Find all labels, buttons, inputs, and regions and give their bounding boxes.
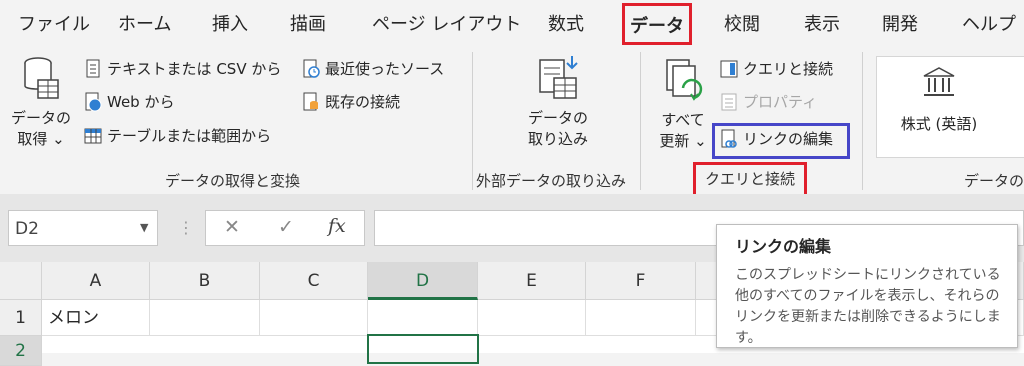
text-file-icon: [84, 59, 102, 79]
refresh-all-label-2: 更新 ⌄: [659, 132, 707, 150]
group-label-get-transform: データの取得と変換: [165, 172, 301, 190]
cell-c1[interactable]: [260, 300, 368, 336]
queries-connections-label: クエリと接続: [743, 60, 834, 78]
insert-function-icon[interactable]: fx: [328, 215, 346, 237]
recent-sources-button[interactable]: 最近使ったソース: [302, 58, 444, 79]
active-cell-d2[interactable]: [367, 334, 479, 364]
column-header-e[interactable]: E: [478, 262, 586, 300]
edit-links-label: リンクの編集: [743, 130, 834, 148]
web-globe-icon: [84, 92, 102, 112]
ribbon-tabs: ファイル ホーム 挿入 描画 ページ レイアウト 数式 データ 校閲 表示 開発…: [0, 0, 1024, 46]
table-icon: [84, 126, 102, 146]
tab-data[interactable]: データ: [622, 3, 692, 45]
properties-icon: [720, 92, 738, 112]
import-data-button[interactable]: データの 取り込み: [518, 54, 598, 150]
queries-pane-icon: [720, 59, 738, 79]
link-file-icon: [720, 129, 738, 149]
tab-help[interactable]: ヘルプ: [962, 10, 1016, 36]
cell-b1[interactable]: [150, 300, 260, 336]
tab-review[interactable]: 校閲: [724, 10, 760, 36]
tooltip-body: このスプレッドシートにリンクされている他のすべてのファイルを表示し、それらのリン…: [735, 267, 1001, 346]
cancel-icon[interactable]: ✕: [224, 216, 240, 238]
drag-handle-icon[interactable]: ⋮: [178, 218, 194, 237]
recent-sources-label: 最近使ったソース: [325, 60, 445, 78]
tab-page-layout[interactable]: ページ レイアウト: [372, 10, 521, 36]
tab-file[interactable]: ファイル: [18, 10, 90, 36]
refresh-all-button[interactable]: すべて 更新 ⌄: [654, 58, 712, 152]
column-header-f[interactable]: F: [586, 262, 696, 300]
from-table-button[interactable]: テーブルまたは範囲から: [84, 125, 271, 146]
tab-draw[interactable]: 描画: [290, 10, 326, 36]
tab-formulas[interactable]: 数式: [548, 10, 584, 36]
properties-label: プロパティ: [743, 93, 818, 111]
cell-f1[interactable]: [586, 300, 696, 336]
select-all-corner[interactable]: [0, 262, 42, 300]
edit-links-button[interactable]: リンクの編集: [720, 128, 833, 149]
stocks-button[interactable]: 株式 (英語): [884, 66, 994, 135]
tooltip-title: リンクの編集: [735, 237, 832, 256]
refresh-all-label-1: すべて: [661, 111, 705, 129]
queries-connections-button[interactable]: クエリと接続: [720, 58, 833, 79]
column-header-d[interactable]: D: [368, 262, 478, 300]
group-separator: [862, 52, 863, 190]
import-data-label-2: 取り込み: [527, 130, 588, 148]
import-data-label-1: データの: [527, 109, 588, 127]
get-data-button[interactable]: データの 取得 ⌄: [10, 56, 72, 150]
properties-button[interactable]: プロパティ: [720, 91, 817, 112]
cell-a1[interactable]: メロン: [42, 300, 150, 336]
row-header-1[interactable]: 1: [0, 300, 42, 336]
existing-connections-label: 既存の接続: [325, 93, 401, 111]
stocks-label: 株式 (英語): [900, 115, 978, 133]
group-label-data-types: データの: [964, 172, 1024, 190]
group-label-queries: クエリと接続: [705, 170, 796, 188]
bank-icon: [923, 67, 955, 96]
column-header-c[interactable]: C: [260, 262, 368, 300]
group-separator: [640, 52, 641, 190]
clock-file-icon: [302, 59, 320, 79]
refresh-icon: [666, 59, 703, 101]
get-data-label-1: データの: [10, 109, 71, 127]
group-separator: [472, 52, 473, 190]
name-box[interactable]: D2: [8, 210, 158, 246]
edit-links-tooltip: リンクの編集 このスプレッドシートにリンクされている他のすべてのファイルを表示し…: [716, 224, 1018, 348]
from-table-label: テーブルまたは範囲から: [107, 127, 272, 145]
tab-developer[interactable]: 開発: [882, 10, 918, 36]
get-data-label-2: 取得 ⌄: [17, 130, 65, 148]
from-web-label: Web から: [107, 93, 175, 111]
row-header-2[interactable]: 2: [0, 336, 42, 366]
formula-buttons: ✕ ✓ fx: [205, 210, 365, 246]
from-text-csv-label: テキストまたは CSV から: [107, 60, 282, 78]
tab-home[interactable]: ホーム: [118, 10, 171, 36]
import-data-icon: [539, 56, 578, 99]
from-text-csv-button[interactable]: テキストまたは CSV から: [84, 58, 281, 79]
connection-db-icon: [302, 92, 320, 112]
column-header-b[interactable]: B: [150, 262, 260, 300]
from-web-button[interactable]: Web から: [84, 91, 174, 112]
database-icon: [24, 57, 59, 99]
tab-view[interactable]: 表示: [804, 10, 840, 36]
enter-icon[interactable]: ✓: [278, 216, 294, 238]
column-header-a[interactable]: A: [42, 262, 150, 300]
tab-insert[interactable]: 挿入: [212, 10, 248, 36]
cell-d1[interactable]: [368, 300, 478, 336]
chevron-down-icon[interactable]: ▼: [140, 221, 148, 234]
group-label-external-data: 外部データの取り込み: [476, 172, 627, 190]
existing-connections-button[interactable]: 既存の接続: [302, 91, 400, 112]
ribbon: データの 取得 ⌄ テキストまたは CSV から Web から テーブルまたは範…: [0, 46, 1024, 198]
cell-e1[interactable]: [478, 300, 586, 336]
